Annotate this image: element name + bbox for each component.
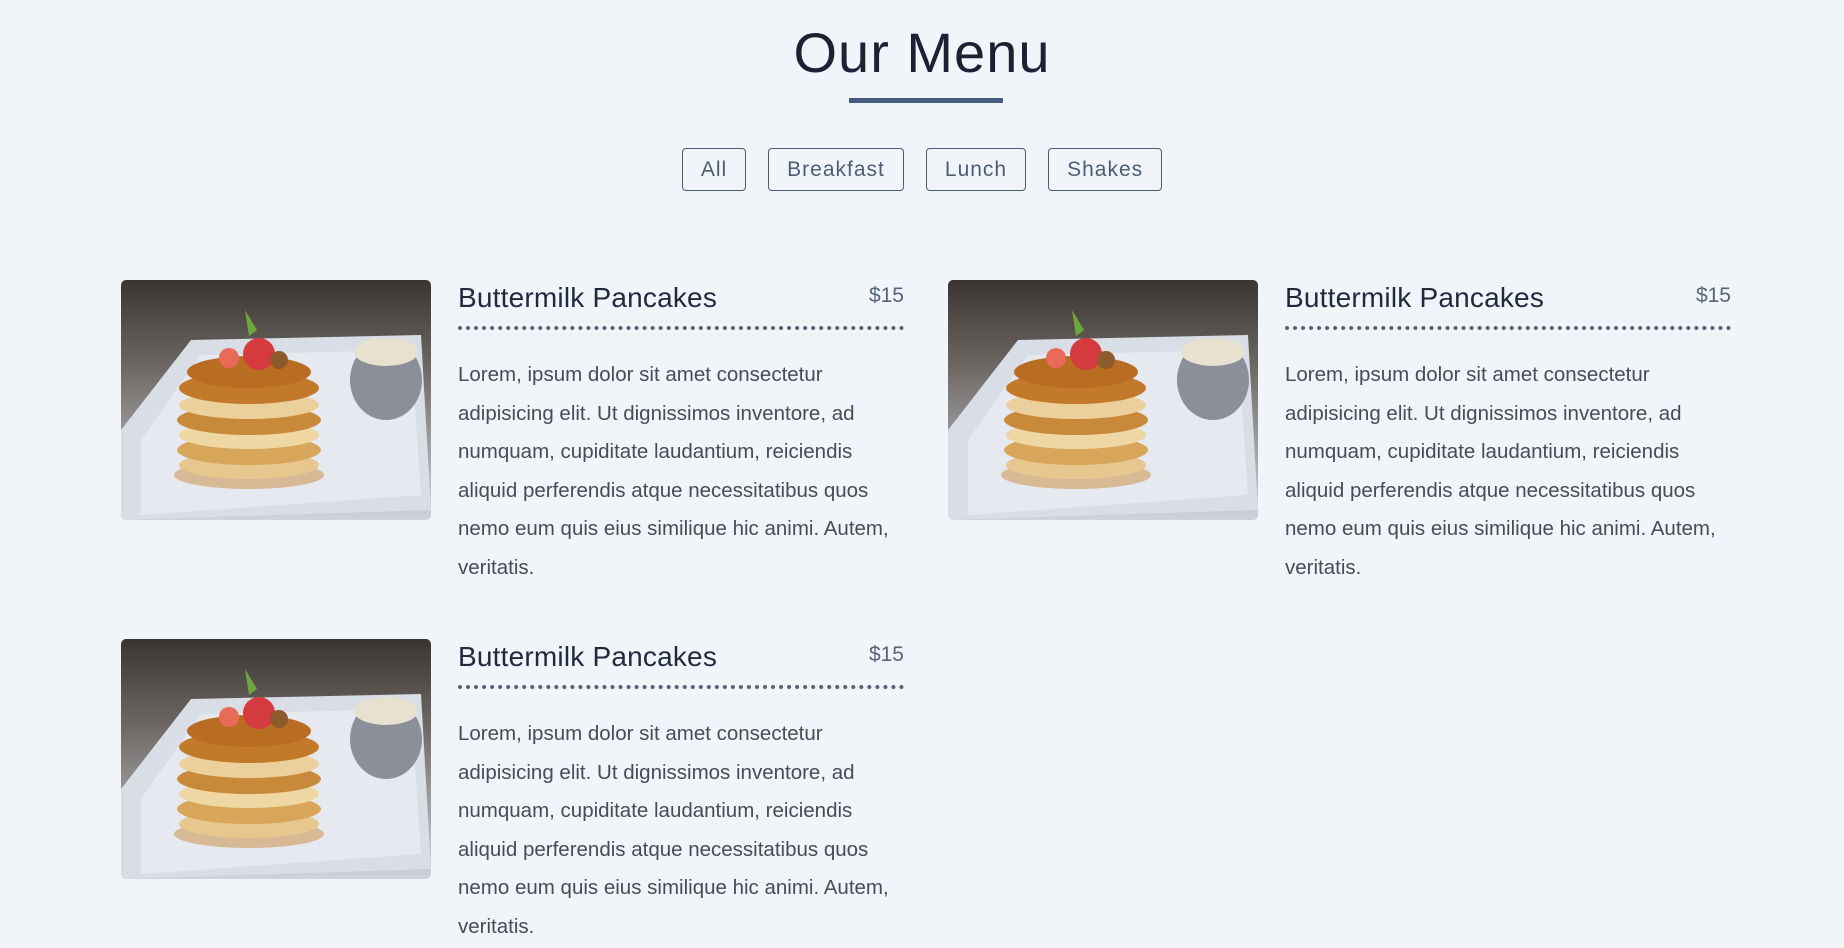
item-price: $15 [1695,284,1731,307]
item-name: Buttermilk Pancakes [458,282,718,313]
item-header: Buttermilk Pancakes $15 [1285,280,1731,330]
filter-shakes-button[interactable]: Shakes [1048,148,1163,191]
item-info: Buttermilk Pancakes $15 Lorem, ipsum dol… [1285,280,1731,608]
item-info: Buttermilk Pancakes $15 Lorem, ipsum dol… [458,639,904,948]
filter-bar: All Breakfast Lunch Shakes [0,148,1844,191]
item-description: Lorem, ipsum dolor sit amet consectetur … [458,363,889,579]
item-photo [121,280,431,520]
pancake-photo-icon [948,280,1258,520]
item-price: $15 [868,643,904,666]
pancake-photo-icon [121,280,431,520]
filter-all-button[interactable]: All [681,148,747,191]
item-price: $15 [868,284,904,307]
pancake-photo-icon [121,639,431,879]
title-underline [849,98,1003,103]
item-description: Lorem, ipsum dolor sit amet consectetur … [1285,363,1716,579]
item-header: Buttermilk Pancakes $15 [458,639,904,689]
item-description: Lorem, ipsum dolor sit amet consectetur … [458,722,889,938]
item-info: Buttermilk Pancakes $15 Lorem, ipsum dol… [458,280,904,608]
item-photo [948,280,1258,520]
item-name: Buttermilk Pancakes [1285,282,1545,313]
page-title: Our Menu [793,21,1051,84]
menu-item: Buttermilk Pancakes $15 Lorem, ipsum dol… [121,639,904,938]
item-name: Buttermilk Pancakes [458,641,718,672]
item-photo [121,639,431,879]
filter-lunch-button[interactable]: Lunch [925,148,1027,191]
menu-item: Buttermilk Pancakes $15 Lorem, ipsum dol… [121,280,904,579]
filter-breakfast-button[interactable]: Breakfast [768,148,904,191]
menu-item: Buttermilk Pancakes $15 Lorem, ipsum dol… [948,280,1731,579]
item-header: Buttermilk Pancakes $15 [458,280,904,330]
menu-page: Our Menu All Breakfast Lunch Shakes Butt… [0,0,1844,948]
title-wrap: Our Menu [0,18,1844,88]
